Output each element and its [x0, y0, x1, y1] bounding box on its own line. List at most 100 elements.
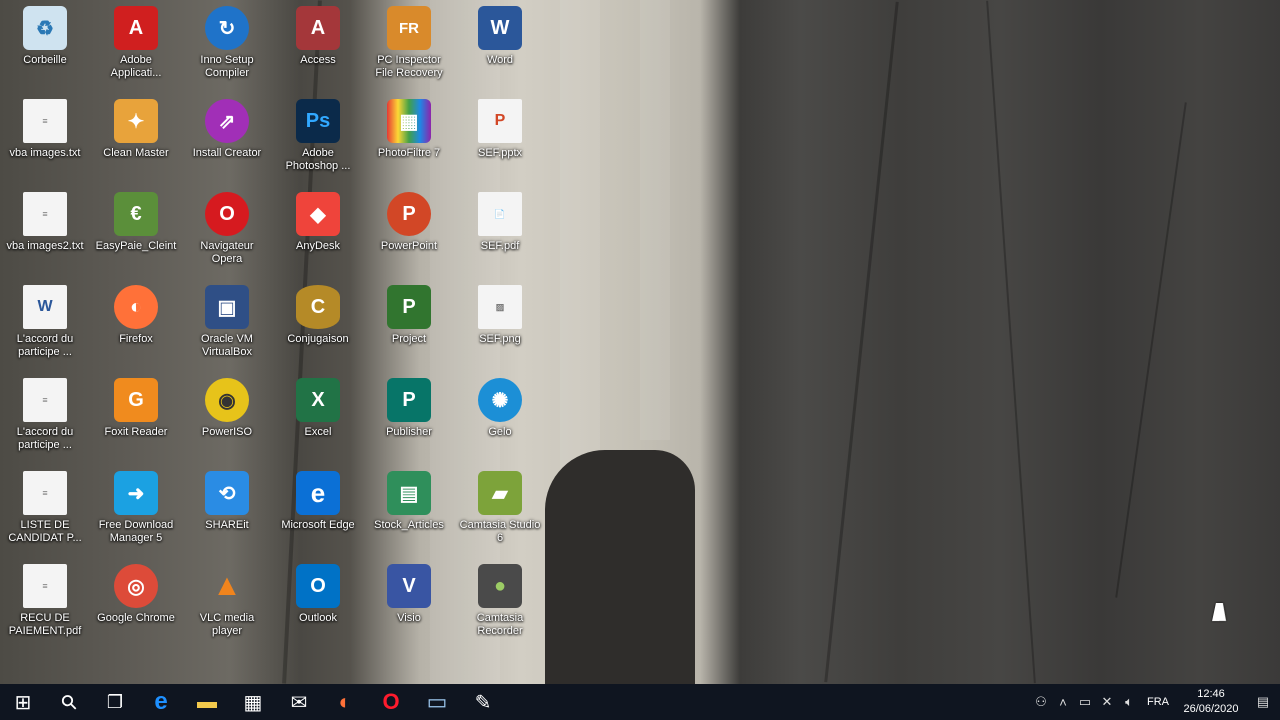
search-button[interactable]: ⚲ — [46, 684, 92, 720]
pdf-file-icon: 📄 — [478, 192, 522, 236]
text-file-icon: ≡ — [23, 99, 67, 143]
gelo-icon: ✺ — [478, 378, 522, 422]
desktop-icon-label: Clean Master — [103, 147, 169, 159]
camtasia-studio-icon: ▰ — [478, 471, 522, 515]
desktop-icon-virtualbox[interactable]: ▣ Oracle VM VirtualBox — [183, 279, 271, 369]
desktop-icon-label: Outlook — [299, 612, 337, 624]
desktop-icon-sef-pptx[interactable]: P SEF.pptx — [456, 93, 544, 183]
desktop-icon-clean-master[interactable]: ✦ Clean Master — [92, 93, 180, 183]
desktop-icon-label: Visio — [397, 612, 421, 624]
desktop-icon-access[interactable]: A Access — [274, 0, 362, 90]
photofiltre-icon: ▦ — [387, 99, 431, 143]
desktop-icon-label: Free Download Manager 5 — [98, 519, 174, 544]
taskbar-edge[interactable]: e — [138, 684, 184, 720]
desktop-icon-recu-paiement[interactable]: ≡ RECU DE PAIEMENT.pdf — [1, 558, 89, 648]
people-icon[interactable]: ⚇ — [1030, 684, 1052, 720]
desktop-icon-accord-participe-1[interactable]: W L'accord du participe ... — [1, 279, 89, 369]
desktop-icon-label: Corbeille — [23, 54, 67, 66]
desktop-icon-label: Install Creator — [192, 147, 262, 159]
outlook-icon: O — [296, 564, 340, 608]
desktop-icon-accord-participe-2[interactable]: ≡ L'accord du participe ... — [1, 372, 89, 462]
notification-center-icon[interactable]: ▤ — [1246, 684, 1280, 720]
desktop-icon-install-creator[interactable]: ⇗ Install Creator — [183, 93, 271, 183]
desktop-icon-stock-articles[interactable]: ▤ Stock_Articles — [365, 465, 453, 555]
desktop-icon-liste-candidat[interactable]: ≡ LISTE DE CANDIDAT P... — [1, 465, 89, 555]
show-hidden-icons-chevron-icon[interactable]: ˄ — [1052, 684, 1074, 720]
volume-icon[interactable]: 🔈︎ — [1118, 684, 1140, 720]
desktop-icon-inno-setup[interactable]: ↻ Inno Setup Compiler — [183, 0, 271, 90]
desktop-icon-foxit[interactable]: G Foxit Reader — [92, 372, 180, 462]
desktop-icon-anydesk[interactable]: ◆ AnyDesk — [274, 186, 362, 276]
taskbar-firefox[interactable]: ◐ — [322, 684, 368, 720]
clock[interactable]: 12:46 26/06/2020 — [1176, 687, 1246, 717]
desktop-icon-chrome[interactable]: ◎ Google Chrome — [92, 558, 180, 648]
taskbar-opera[interactable]: O — [368, 684, 414, 720]
taskbar: ⊞ ⚲ ❐ e ▬ ▦ ✉ ◐ O ▭ ✎ ⚇ ˄ ▭ ✕ 🔈︎ FRA 12:… — [0, 684, 1280, 720]
desktop-icon-project[interactable]: P Project — [365, 279, 453, 369]
adobe-icon: A — [114, 6, 158, 50]
desktop-icon-excel[interactable]: X Excel — [274, 372, 362, 462]
desktop-icon-powerpoint[interactable]: P PowerPoint — [365, 186, 453, 276]
stock-articles-icon: ▤ — [387, 471, 431, 515]
desktop-icon-publisher[interactable]: P Publisher — [365, 372, 453, 462]
desktop-icon-label: Microsoft Edge — [281, 519, 355, 531]
mail-icon: ✉ — [290, 691, 308, 714]
desktop-icon-photofiltre[interactable]: ▦ PhotoFiltre 7 — [365, 93, 453, 183]
virtualbox-icon: ▣ — [205, 285, 249, 329]
desktop-icon-conjugaison[interactable]: C Conjugaison — [274, 279, 362, 369]
install-creator-icon: ⇗ — [205, 99, 249, 143]
battery-icon[interactable]: ▭ — [1074, 684, 1096, 720]
taskbar-explorer[interactable]: ▬ — [184, 684, 230, 720]
taskbar-paint[interactable]: ✎ — [460, 684, 506, 720]
anydesk-icon: ◆ — [296, 192, 340, 236]
desktop-icon-sef-pdf[interactable]: 📄 SEF.pdf — [456, 186, 544, 276]
taskbar-mail[interactable]: ✉ — [276, 684, 322, 720]
desktop-icon-adobe[interactable]: A Adobe Applicati... — [92, 0, 180, 90]
desktop-icon-poweriso[interactable]: ◉ PowerISO — [183, 372, 271, 462]
desktop-icon-corbeille[interactable]: ♻ Corbeille — [1, 0, 89, 90]
desktop-icon-gelo[interactable]: ✺ Gelo — [456, 372, 544, 462]
desktop: ♻ Corbeille ≡ vba images.txt ≡ vba image… — [0, 0, 1280, 684]
desktop-icon-label: Word — [486, 54, 514, 66]
desktop-icon-visio[interactable]: V Visio — [365, 558, 453, 648]
desktop-icon-label: Adobe Applicati... — [110, 54, 162, 79]
desktop-icon-vba-images2-txt[interactable]: ≡ vba images2.txt — [1, 186, 89, 276]
desktop-icon-shareit[interactable]: ⟲ SHAREit — [183, 465, 271, 555]
task-view-button[interactable]: ❐ — [92, 684, 138, 720]
desktop-icon-sef-png[interactable]: ▨ SEF.png — [456, 279, 544, 369]
desktop-icon-vba-images-txt[interactable]: ≡ vba images.txt — [1, 93, 89, 183]
desktop-icon-label: PowerPoint — [380, 240, 438, 252]
pdf-doc-icon: ≡ — [23, 471, 67, 515]
windows-icon: ⊞ — [14, 691, 32, 714]
desktop-icon-fdm[interactable]: ➜ Free Download Manager 5 — [92, 465, 180, 555]
desktop-icon-pc-inspector[interactable]: FR PC Inspector File Recovery — [365, 0, 453, 90]
project-icon: P — [387, 285, 431, 329]
desktop-icon-opera[interactable]: O Navigateur Opera — [183, 186, 271, 276]
desktop-icon-camtasia-studio[interactable]: ▰ Camtasia Studio 6 — [456, 465, 544, 555]
desktop-icon-firefox[interactable]: ◐ Firefox — [92, 279, 180, 369]
desktop-icon-word[interactable]: W Word — [456, 0, 544, 90]
desktop-icon-camtasia-recorder[interactable]: ● Camtasia Recorder — [456, 558, 544, 648]
visio-icon: V — [387, 564, 431, 608]
network-icon[interactable]: ✕ — [1096, 684, 1118, 720]
shareit-icon: ⟲ — [205, 471, 249, 515]
pdf-doc-icon: ≡ — [23, 378, 67, 422]
computer-icon: ▭ — [426, 689, 448, 714]
start-button[interactable]: ⊞ — [0, 684, 46, 720]
language-indicator[interactable]: FRA — [1140, 696, 1176, 708]
desktop-icon-label: PC Inspector File Recovery — [375, 54, 443, 79]
taskbar-app[interactable]: ▭ — [414, 684, 460, 720]
desktop-icon-label: Google Chrome — [97, 612, 175, 624]
fdm-icon: ➜ — [114, 471, 158, 515]
word-icon: W — [478, 6, 522, 50]
desktop-icon-outlook[interactable]: O Outlook — [274, 558, 362, 648]
access-icon: A — [296, 6, 340, 50]
desktop-icon-vlc[interactable]: ▲ VLC media player — [183, 558, 271, 648]
desktop-icon-edge[interactable]: e Microsoft Edge — [274, 465, 362, 555]
desktop-icon-label: L'accord du participe ... — [16, 333, 74, 358]
desktop-icon-easypaie[interactable]: € EasyPaie_Cleint — [92, 186, 180, 276]
desktop-icon-label: AnyDesk — [295, 240, 341, 252]
taskbar-store[interactable]: ▦ — [230, 684, 276, 720]
opera-icon: O — [205, 192, 249, 236]
desktop-icon-photoshop[interactable]: Ps Adobe Photoshop ... — [274, 93, 362, 183]
